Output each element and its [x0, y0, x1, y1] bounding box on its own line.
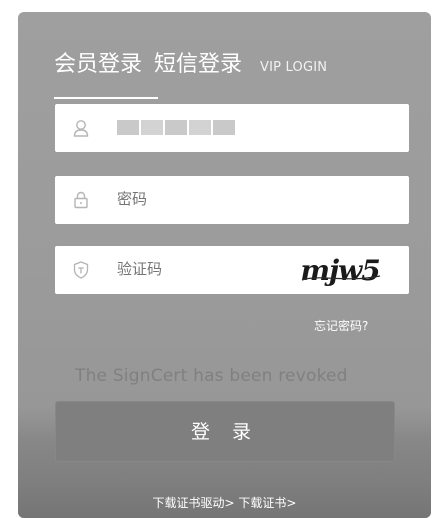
captcha-field[interactable]: mjw5: [55, 246, 409, 294]
lock-icon: [74, 191, 88, 209]
download-cert-link[interactable]: 下载证书>: [238, 496, 296, 510]
login-button[interactable]: 登 录: [55, 401, 395, 462]
login-tabs: 会员登录 短信登录 VIP LOGIN: [54, 46, 327, 90]
active-tab-indicator: [54, 97, 158, 99]
login-panel: 会员登录 短信登录 VIP LOGIN mjw5 忘记密码?: [18, 12, 431, 518]
svg-text:mjw5: mjw5: [300, 254, 379, 287]
password-input[interactable]: [117, 190, 317, 208]
tab-vip-login[interactable]: VIP LOGIN: [260, 60, 327, 75]
shield-icon: [73, 261, 89, 279]
forgot-password-link[interactable]: 忘记密码?: [314, 317, 368, 334]
username-field[interactable]: [55, 104, 409, 152]
download-driver-link[interactable]: 下载证书驱动>: [153, 496, 235, 510]
user-icon: [73, 120, 89, 137]
captcha-input[interactable]: [117, 260, 317, 278]
error-message: The SignCert has been revoked: [75, 366, 348, 386]
tab-sms-login[interactable]: 短信登录: [154, 46, 242, 78]
tab-member-login[interactable]: 会员登录: [54, 46, 142, 78]
footer-links: 下载证书驱动> 下载证书>: [18, 494, 431, 511]
captcha-image[interactable]: mjw5: [290, 250, 390, 290]
username-value-obscured: [117, 120, 235, 135]
password-field[interactable]: [55, 176, 409, 224]
